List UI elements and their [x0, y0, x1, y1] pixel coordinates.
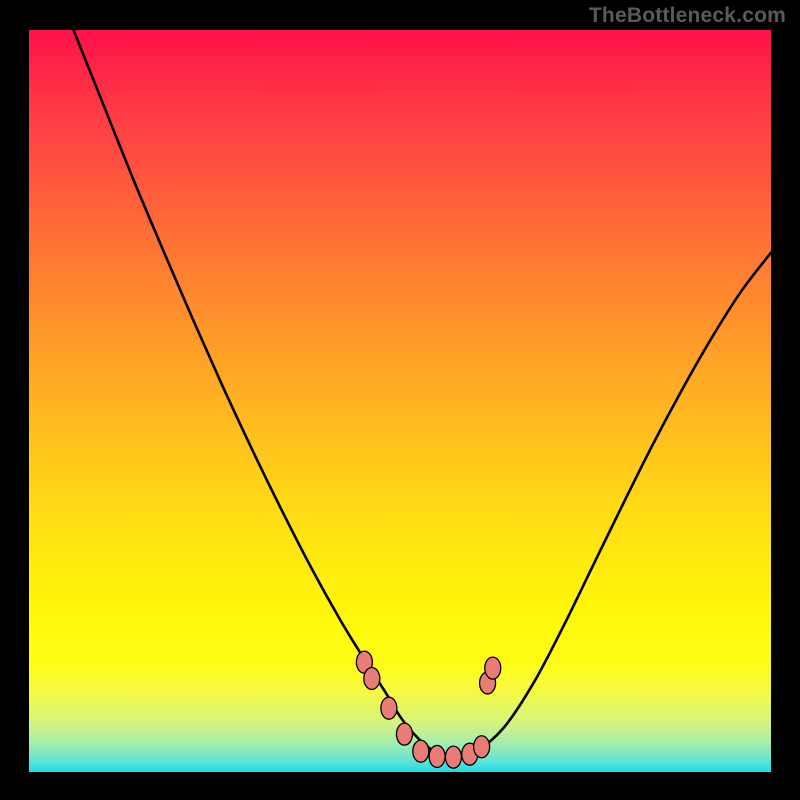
curve-marker	[396, 723, 412, 745]
plot-area	[29, 30, 771, 772]
curve-marker	[485, 657, 501, 679]
curve-marker	[445, 746, 461, 768]
curve-marker	[429, 745, 445, 767]
chart-stage: TheBottleneck.com	[0, 0, 800, 800]
curve-marker	[474, 736, 490, 758]
bottleneck-curve	[74, 30, 771, 757]
curve-marker	[364, 668, 380, 690]
attribution-watermark: TheBottleneck.com	[589, 4, 786, 28]
curve-layer	[29, 30, 771, 772]
marker-group	[356, 651, 500, 768]
curve-marker	[413, 740, 429, 762]
curve-marker	[381, 697, 397, 719]
